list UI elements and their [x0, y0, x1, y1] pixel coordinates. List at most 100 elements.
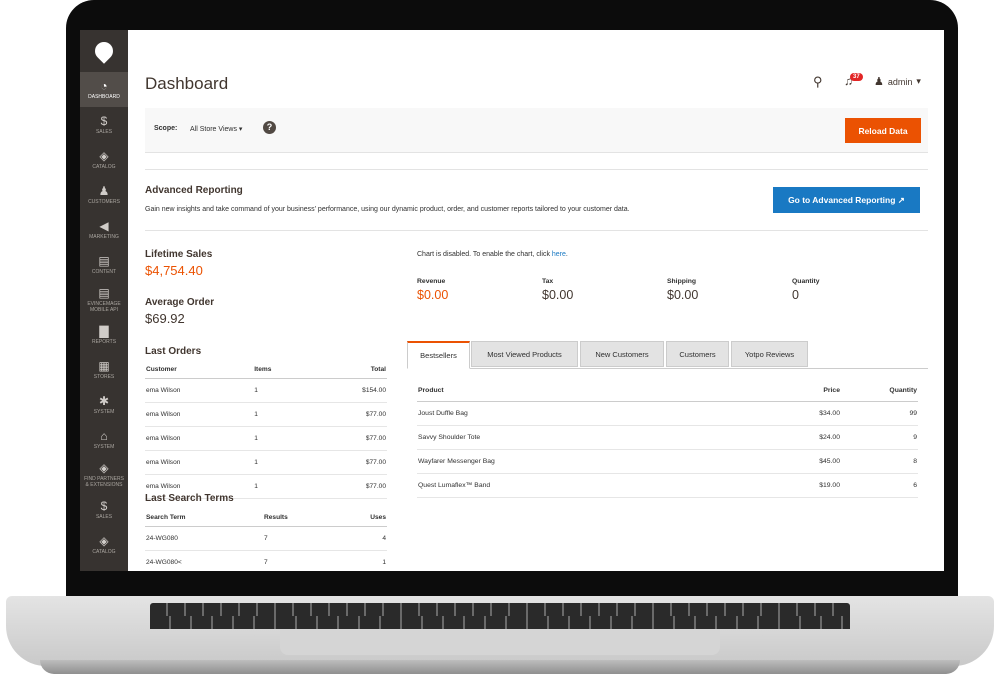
box-icon: ◈ [99, 460, 109, 475]
main-content: Dashboard ⚲ ♫ 37 ♟ admin ▾ Scope: All St… [128, 30, 944, 571]
average-order-value: $69.92 [145, 311, 185, 326]
table-cell: 1 [253, 378, 311, 403]
sidebar-item[interactable]: ⌂ SYSTEM [80, 422, 128, 457]
tab-customers[interactable]: Customers [666, 341, 729, 367]
table-row[interactable]: 24-WG080< 7 1 [145, 550, 387, 571]
sidebar-item-label: SALES [95, 513, 113, 520]
sidebar-item[interactable]: ◀ MARKETING [80, 212, 128, 247]
table-row[interactable]: Joust Duffle Bag $34.00 99 [417, 401, 918, 426]
total-value: $0.00 [542, 288, 574, 302]
column-header[interactable]: Customer [145, 360, 254, 379]
sidebar-item[interactable]: ◈ CATALOG [80, 142, 128, 177]
table-cell: $24.00 [779, 425, 841, 450]
table-cell: 99 [841, 401, 918, 426]
table-row[interactable]: ema Wilson 1 $77.00 [145, 426, 387, 451]
table-cell: ema Wilson [145, 402, 254, 427]
magento-logo[interactable] [80, 30, 128, 72]
column-header[interactable]: Price [779, 380, 841, 402]
table-cell: 24-WG080< [145, 550, 263, 571]
user-name: admin [887, 76, 913, 87]
sidebar-item-label: CUSTOMERS [88, 198, 120, 205]
scope-bar: Scope: All Store Views ▾ ? Reload Data [145, 108, 928, 153]
sidebar-item[interactable]: $ SALES [80, 107, 128, 142]
sidebar-item[interactable]: ◈ FIND PARTNERS & EXTENSIONS [80, 457, 128, 492]
table-row[interactable]: 24-WG080 7 4 [145, 526, 387, 551]
table-cell: 6 [841, 473, 918, 498]
notification-badge[interactable]: 37 [850, 73, 863, 81]
sidebar-item[interactable]: ✱ SYSTEM [80, 387, 128, 422]
table-cell: Joust Duffle Bag [417, 401, 779, 426]
table-cell: $19.00 [779, 473, 841, 498]
sidebar-item[interactable]: ♟ [80, 562, 128, 571]
tab-new-customers[interactable]: New Customers [580, 341, 664, 367]
total-label: Tax [542, 278, 554, 285]
bestsellers-table: Product Price Quantity Joust Duffle Bag $… [417, 380, 918, 498]
table-cell: $45.00 [779, 449, 841, 474]
total-tax: Tax $0.00 [542, 278, 573, 302]
table-row[interactable]: Wayfarer Messenger Bag $45.00 8 [417, 449, 918, 474]
last-search-terms-table: Search Term Results Uses 24-WG080 7 4 24-WG… [145, 508, 387, 571]
column-header[interactable]: Quantity [841, 380, 918, 402]
dashboard-tabs: Bestsellers Most Viewed Products New Cus… [407, 340, 928, 369]
bar-chart-icon: ▇ [99, 323, 109, 338]
last-search-terms-title: Last Search Terms [145, 493, 234, 504]
column-header[interactable]: Results [262, 508, 337, 527]
tab-most-viewed-products[interactable]: Most Viewed Products [471, 341, 578, 367]
tab-yotpo-reviews[interactable]: Yotpo Reviews [731, 341, 808, 367]
sidebar-item[interactable]: ♟ CUSTOMERS [80, 177, 128, 212]
cube-icon: ◈ [99, 148, 109, 163]
column-header[interactable]: Uses [336, 508, 387, 527]
user-icon: ♟ [874, 76, 884, 88]
table-cell: 1 [253, 474, 311, 499]
table-row[interactable]: ema Wilson 1 $77.00 [145, 402, 387, 427]
sidebar-item[interactable]: ▤ EVINCEMAGE MOBILE API [80, 282, 128, 317]
page-title: Dashboard [145, 74, 229, 93]
advanced-reporting-button[interactable]: Go to Advanced Reporting ↗ [773, 187, 920, 213]
table-cell: $154.00 [310, 378, 387, 403]
table-row[interactable]: ema Wilson 1 $154.00 [145, 378, 387, 403]
table-cell: 1 [253, 426, 311, 451]
user-menu[interactable]: ♟ admin ▾ [874, 75, 921, 88]
caret-down-icon: ▾ [916, 76, 921, 86]
sidebar-item[interactable]: $ SALES [80, 492, 128, 527]
table-cell: Savvy Shoulder Tote [417, 425, 779, 450]
last-orders-table: Customer Items Total ema Wilson 1 $154.00 e… [145, 360, 387, 499]
average-order-label: Average Order [145, 297, 215, 308]
table-cell: $77.00 [310, 426, 387, 451]
sidebar-item[interactable]: ◔ DASHBOARD [80, 72, 128, 107]
store-icon: ▦ [98, 358, 110, 373]
totals-row: Revenue $0.00 Tax $0.00 Shipping $0.00 Quan… [417, 278, 917, 308]
column-header[interactable]: Items [253, 360, 311, 379]
caret-down-icon: ▾ [238, 126, 243, 133]
sidebar-item-label: DASHBOARD [88, 93, 120, 100]
help-icon[interactable]: ? [263, 121, 276, 134]
table-cell: ema Wilson [145, 450, 254, 475]
sidebar-item[interactable]: ▦ STORES [80, 352, 128, 387]
sidebar-item[interactable]: ▇ REPORTS [80, 317, 128, 352]
column-header[interactable]: Product [417, 380, 779, 402]
search-icon[interactable]: ⚲ [813, 74, 823, 90]
table-row[interactable]: Savvy Shoulder Tote $24.00 9 [417, 425, 918, 450]
external-link-icon: ↗ [897, 194, 905, 205]
table-cell: $77.00 [310, 474, 387, 499]
chart-disabled-message: Chart is disabled. To enable the chart, … [417, 251, 568, 258]
sidebar-item-label: FIND PARTNERS & EXTENSIONS [84, 475, 124, 488]
reload-data-button[interactable]: Reload Data [845, 118, 921, 143]
sidebar-item[interactable]: ▤ CONTENT [80, 247, 128, 282]
total-label: Shipping [667, 278, 697, 285]
sidebar-item-label: STORES [93, 373, 115, 380]
sidebar-item-label: CATALOG [92, 163, 116, 170]
enable-chart-link[interactable]: here [552, 251, 566, 258]
sidebar-item-label: SYSTEM [93, 408, 115, 415]
column-header[interactable]: Total [310, 360, 387, 379]
sidebar-item[interactable]: ◈ CATALOG [80, 527, 128, 562]
megaphone-icon: ◀ [99, 218, 109, 233]
column-header[interactable]: Search Term [145, 508, 263, 527]
scope-switcher[interactable]: All Store Views ▾ [190, 125, 242, 133]
table-cell: 7 [262, 550, 337, 571]
sidebar-item-label: CONTENT [91, 268, 117, 275]
table-row[interactable]: ema Wilson 1 $77.00 [145, 450, 387, 475]
total-quantity: Quantity 0 [792, 278, 820, 302]
table-row[interactable]: Quest Lumaflex™ Band $19.00 6 [417, 473, 918, 498]
tab-bestsellers[interactable]: Bestsellers [407, 341, 470, 369]
